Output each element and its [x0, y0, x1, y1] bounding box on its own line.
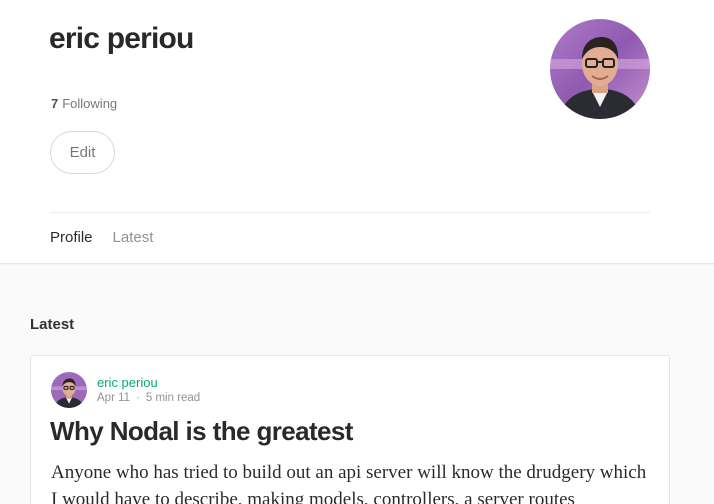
- following-count: 7: [51, 96, 59, 111]
- post-read-time: 5 min read: [145, 392, 201, 404]
- meta-separator: ·: [136, 392, 140, 404]
- post-author-link[interactable]: eric periou: [97, 375, 158, 390]
- profile-name: eric periou: [49, 22, 194, 55]
- tab-latest[interactable]: Latest: [113, 229, 154, 246]
- header-divider: [50, 212, 650, 213]
- post-excerpt[interactable]: Anyone who has tried to build out an api…: [51, 459, 651, 504]
- author-avatar-image: [51, 372, 87, 408]
- edit-profile-button[interactable]: Edit: [50, 131, 115, 174]
- post-date[interactable]: Apr 11: [97, 392, 130, 404]
- following-label: Following: [62, 96, 118, 111]
- post-meta: Apr 11 · 5 min read: [97, 392, 200, 404]
- author-avatar[interactable]: [51, 372, 87, 408]
- tab-profile[interactable]: Profile: [50, 229, 93, 246]
- avatar-image: [550, 19, 650, 119]
- following-link[interactable]: 7 Following: [51, 96, 117, 111]
- profile-header: eric periou 7 Following Edit Profile Lat…: [0, 0, 714, 264]
- profile-tabs: Profile Latest: [50, 229, 153, 246]
- profile-avatar[interactable]: [550, 19, 650, 119]
- post-card[interactable]: eric periou Apr 11 · 5 min read Why Nodal …: [30, 355, 670, 504]
- section-title: Latest: [30, 316, 75, 333]
- post-title[interactable]: Why Nodal is the greatest: [50, 416, 353, 447]
